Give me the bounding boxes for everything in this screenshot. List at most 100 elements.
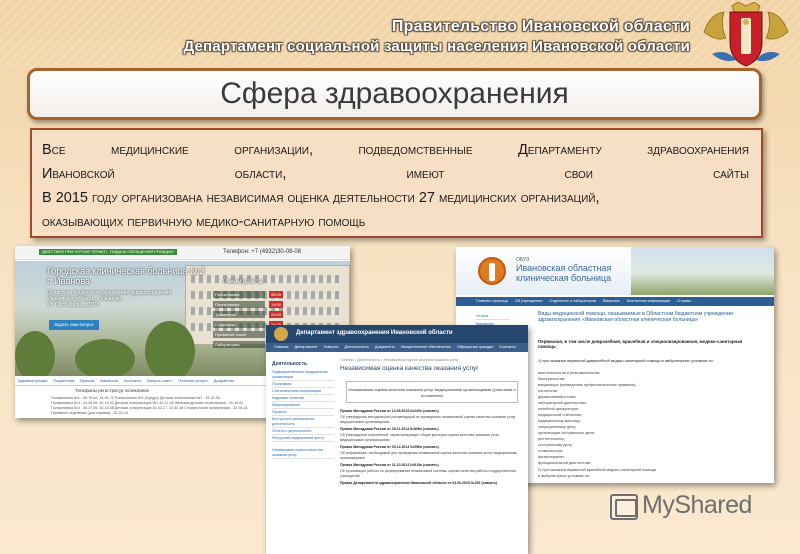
nav-link[interactable]: Отделения и лаборатории	[549, 297, 596, 306]
service-item: сестринскому делу;	[538, 443, 573, 447]
org-name-line: Ивановская областная	[516, 263, 612, 273]
schedule-label: Приёмный покой	[213, 331, 265, 338]
sidebar-link[interactable]: Статистическая информация	[272, 389, 334, 395]
nav-link[interactable]: Вакансии	[100, 376, 118, 385]
document-desc: Об утверждении показателей, характеризую…	[340, 433, 500, 442]
ask-question-button[interactable]: Задать нам вопрос	[49, 320, 99, 330]
nav-link[interactable]: Врачам	[80, 376, 94, 385]
sidebar-link[interactable]: Программы	[272, 382, 334, 388]
nav-link[interactable]: Вакансии	[603, 297, 620, 306]
slide-title: Сфера здравоохранения	[220, 77, 569, 110]
terror-alert-badge[interactable]: ДЕЙСТВИЯ ПРИ УГРОЗЕ ТЕРАКТА	[39, 249, 112, 255]
nav-link[interactable]: Обращения граждан	[457, 343, 493, 352]
hospital-logo-icon	[478, 257, 506, 285]
schedule-row: Поликлиника 19:00	[213, 301, 291, 308]
site-nav: Главная страница Об учреждении Отделения…	[456, 297, 774, 306]
schedule-label: Поликлиника	[213, 291, 265, 298]
nav-link[interactable]: Контактная информация	[627, 297, 671, 306]
sidebar-link[interactable]: Подведомственные медицинские организации	[272, 370, 334, 381]
nav-link[interactable]: Лекарственное обеспечение	[400, 343, 450, 352]
info-word: организации,	[234, 142, 313, 158]
myshared-logo-icon	[610, 494, 638, 520]
nav-link[interactable]: Документы	[214, 376, 235, 385]
sidebar-link[interactable]: Лицензирование	[272, 403, 334, 409]
document-title[interactable]: Приказ Минздрава России от 28.11.2014 №8…	[340, 427, 439, 431]
nav-link[interactable]: Контакты	[499, 343, 515, 352]
nav-link[interactable]: Администрация	[18, 376, 47, 385]
sidebar-link[interactable]: Проекты	[272, 410, 334, 416]
department-logo-icon	[274, 327, 288, 341]
service-item: дерматовенерологии;	[538, 395, 577, 399]
sidebar-link[interactable]: Отчеты о деятельности	[272, 429, 334, 435]
tree	[15, 331, 55, 381]
sidebar-link[interactable]: Независимая оценка качества оказания усл…	[272, 448, 334, 459]
info-word: области,	[234, 166, 287, 182]
nav-link[interactable]: Новости	[324, 343, 339, 352]
breadcrumb: Главная > Деятельность > Независимая оце…	[340, 358, 459, 362]
info-word: Ивановской	[42, 166, 115, 182]
document-title[interactable]: Приказ Минздрава России от 14.05.2015 №2…	[340, 409, 439, 413]
government-title: Правительство Ивановской области	[391, 18, 690, 35]
sidebar-link[interactable]: Кадровая политика	[272, 396, 334, 402]
windows	[191, 275, 341, 283]
document-link[interactable]: Приказ Минздрава России от 28.11.2014 №8…	[340, 427, 522, 432]
nav-link[interactable]: Главная	[274, 343, 288, 352]
document-desc: Об утверждении методических рекомендаций…	[340, 415, 516, 424]
info-word: здравоохранения	[647, 142, 749, 158]
hospital-city: г. Иванова	[47, 276, 91, 286]
service-item: гистологии;	[538, 389, 559, 393]
info-line-2: Ивановской области, имеют свои сайты	[42, 162, 749, 186]
schedule-label: Лаборатория	[213, 341, 265, 348]
document-title[interactable]: Приказ Минздрава России от 31.10.2013 №8…	[340, 463, 439, 467]
info-word: сайты	[713, 166, 749, 182]
appeals-badge[interactable]: ПОДАЧА ОБРАЩЕНИЙ ГРАЖДАН	[107, 249, 177, 255]
service-item: в амбулаторных условиях по:	[538, 474, 591, 478]
schedule-label: Травмпункт	[213, 311, 265, 318]
tree	[75, 339, 135, 379]
org-name-line: клиническая больница	[516, 273, 612, 283]
sidebar-title: Деятельность	[272, 361, 308, 367]
info-word: Все	[42, 142, 66, 158]
site-top-bar: ДЕЙСТВИЯ ПРИ УГРОЗЕ ТЕРАКТА ПОДАЧА ОБРАЩ…	[15, 246, 350, 260]
nav-link[interactable]: Департамент	[294, 343, 317, 352]
service-item: рентгенологии;	[538, 437, 565, 441]
nav-link[interactable]: Вопрос-ответ	[147, 376, 172, 385]
department-title: Департамент социальной защиты населения …	[183, 38, 690, 55]
sidebar-link[interactable]: Услуги	[476, 313, 510, 320]
document-link[interactable]: Приказ Минздрава России от 31.10.2013 №8…	[340, 463, 522, 468]
schedule-time: 19:00	[269, 301, 283, 308]
document-desc: Об организации работы по формированию не…	[340, 469, 517, 478]
document-link[interactable]: Приказ Минздрава России от 30.12.2014 №9…	[340, 445, 522, 450]
registry-line: Поликлиника №3 - 41-08-59, 30-19-42 Детс…	[51, 401, 244, 405]
notice-box: Независимая оценка качества оказания усл…	[346, 381, 518, 403]
nav-link[interactable]: Контакты	[124, 376, 141, 385]
hospital-address: Областное бюджетное учреждение здравоохр…	[47, 290, 171, 308]
nav-link[interactable]: Документы	[375, 343, 395, 352]
document-title[interactable]: Приказ Минздрава России от 30.12.2014 №9…	[340, 445, 439, 449]
nav-link[interactable]: Отзывы	[677, 297, 691, 306]
document-link[interactable]: Приказ Минздрава России от 14.05.2015 №2…	[340, 409, 522, 414]
tree	[145, 321, 195, 381]
schedule-title: Режим работы	[223, 279, 264, 285]
document-link[interactable]: Приказ Департамента здравоохранения Иван…	[340, 481, 522, 486]
nav-link[interactable]: Платные услуги	[178, 376, 208, 385]
document-desc: Об информации, необходимой для проведени…	[340, 451, 518, 460]
nav-link[interactable]: Деятельность	[344, 343, 368, 352]
sidebar-link[interactable]: Контрольно-ревизионная деятельность	[272, 417, 334, 428]
watermark-my: My	[642, 491, 675, 519]
info-line-3: В 2015 году организована независимая оце…	[42, 190, 600, 206]
sidebar-link[interactable]: Ресурсный медицинский центр	[272, 436, 334, 442]
service-item: физиотерапии;	[538, 455, 565, 459]
service-item: организации сестринского дела;	[538, 431, 595, 435]
nav-link[interactable]: Пациентам	[53, 376, 74, 385]
info-word: подведомственные	[358, 142, 473, 158]
document-title[interactable]: Приказ Департамента здравоохранения Иван…	[340, 481, 497, 485]
schedule-time: 08:00	[269, 291, 283, 298]
nav-link[interactable]: Главная страница	[476, 297, 508, 306]
hospital-name-line: Городская клиническая больница №3	[47, 266, 205, 276]
registry-line: Поликлиника №1 - 30-75-62, 34-51-70 Поли…	[51, 396, 220, 400]
schedule-label: Поликлиника	[213, 301, 265, 308]
info-word: свои	[564, 166, 593, 182]
nav-link[interactable]: Об учреждении	[515, 297, 542, 306]
section-subheading: 1) при оказании первичной доврачебной ме…	[538, 359, 714, 363]
